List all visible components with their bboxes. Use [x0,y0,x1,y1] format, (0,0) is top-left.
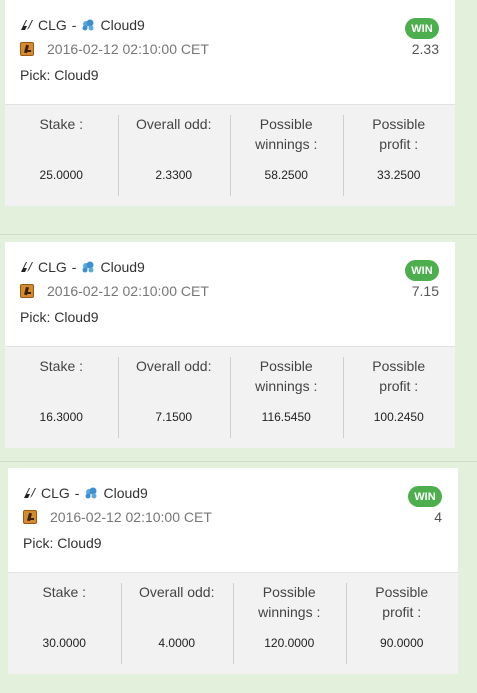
winnings-value: 116.5450 [261,410,311,424]
bet-odd: 2.33 [411,41,439,57]
stake-label: Stake : [42,584,87,600]
overall-odd-label: Overall odd: [136,116,212,132]
stake-value: 25.0000 [39,168,83,182]
bet-card: CLG - Cloud9 2016-02-12 02:10:00 CET Pic… [5,242,455,448]
pick-label: Pick: Cloud9 [20,309,99,325]
overall-odd-value: 4.0000 [158,636,196,650]
clg-logo-icon [24,488,36,498]
bet-card: CLG - Cloud9 2016-02-12 02:10:00 CET Pic… [5,0,455,206]
stake-cell: Stake : 30.0000 [8,573,121,674]
bet-odd: 4 [434,509,442,525]
profit-value: 90.0000 [380,636,424,650]
bet-stats: Stake : 25.0000 Overall odd: 2.3300 Poss… [5,104,455,206]
team1-name: CLG [38,17,67,33]
winnings-cell: Possible winnings : 58.2500 [230,105,343,206]
team-separator: - [71,17,77,33]
counter-strike-icon [20,284,34,298]
match-teams[interactable]: CLG - Cloud9 [20,17,145,33]
status-badge: WIN [405,260,439,281]
stake-cell: Stake : 16.3000 [5,347,118,448]
winnings-label: Possible winnings : [255,358,318,394]
section-divider [0,461,477,462]
bet-card: CLG - Cloud9 2016-02-12 02:10:00 CET Pic… [8,468,458,674]
profit-cell: Possible profit : 33.2500 [342,105,456,206]
overall-odd-label: Overall odd: [139,584,215,600]
winnings-cell: Possible winnings : 116.5450 [230,347,343,448]
match-date: 2016-02-12 02:10:00 CET [47,41,209,57]
profit-cell: Possible profit : 100.2450 [342,347,456,448]
bet-stats: Stake : 16.3000 Overall odd: 7.1500 Poss… [5,346,455,448]
cloud9-logo-icon [85,487,97,499]
winnings-value: 58.2500 [264,168,308,182]
counter-strike-icon [20,42,34,56]
clg-logo-icon [21,262,33,272]
profit-label: Possible profit : [372,358,426,394]
profit-value: 33.2500 [377,168,421,182]
team2-name: Cloud9 [103,485,148,501]
profit-cell: Possible profit : 90.0000 [345,573,459,674]
profit-value: 100.2450 [373,410,424,424]
match-teams[interactable]: CLG - Cloud9 [23,485,148,501]
team2-name: Cloud9 [100,17,145,33]
status-badge: WIN [405,18,439,39]
match-date: 2016-02-12 02:10:00 CET [50,509,212,525]
team2-name: Cloud9 [100,259,145,275]
team1-name: CLG [41,485,70,501]
section-divider [0,234,477,235]
cloud9-logo-icon [82,19,94,31]
cloud9-logo-icon [82,261,94,273]
match-date: 2016-02-12 02:10:00 CET [47,283,209,299]
pick-label: Pick: Cloud9 [23,535,102,551]
stake-label: Stake : [39,358,84,374]
overall-odd-cell: Overall odd: 4.0000 [120,573,234,674]
overall-odd-cell: Overall odd: 2.3300 [117,105,231,206]
team1-name: CLG [38,259,67,275]
winnings-label: Possible winnings : [258,584,321,620]
team-separator: - [74,485,80,501]
winnings-value: 120.0000 [264,636,315,650]
profit-label: Possible profit : [372,116,426,152]
stake-cell: Stake : 25.0000 [5,105,118,206]
overall-odd-value: 7.1500 [155,410,193,424]
stake-label: Stake : [39,116,84,132]
bet-stats: Stake : 30.0000 Overall odd: 4.0000 Poss… [8,572,458,674]
counter-strike-icon [23,510,37,524]
stake-value: 30.0000 [42,636,86,650]
stake-value: 16.3000 [39,410,83,424]
pick-label: Pick: Cloud9 [20,67,99,83]
overall-odd-value: 2.3300 [155,168,193,182]
overall-odd-cell: Overall odd: 7.1500 [117,347,231,448]
bet-odd: 7.15 [411,283,439,299]
team-separator: - [71,259,77,275]
winnings-cell: Possible winnings : 120.0000 [233,573,346,674]
status-badge: WIN [408,486,442,507]
profit-label: Possible profit : [375,584,429,620]
clg-logo-icon [21,20,33,30]
match-teams[interactable]: CLG - Cloud9 [20,259,145,275]
overall-odd-label: Overall odd: [136,358,212,374]
winnings-label: Possible winnings : [255,116,318,152]
